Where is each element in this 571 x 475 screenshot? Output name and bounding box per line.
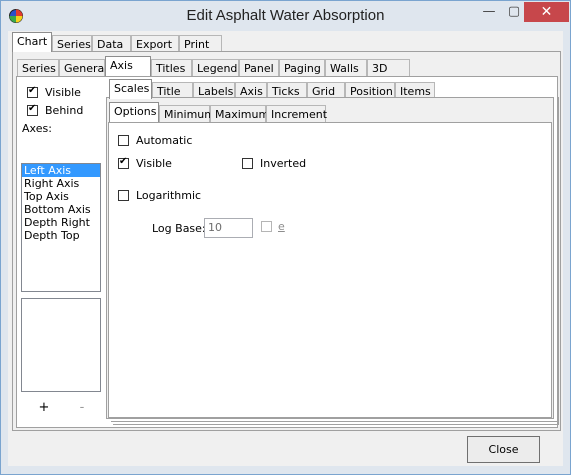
axes-label: Axes: <box>22 122 52 135</box>
title-bar: Edit Asphalt Water Absorption — ▢ ✕ <box>1 1 570 31</box>
e-checkbox[interactable] <box>261 221 272 232</box>
axis-behind-checkbox[interactable] <box>27 103 38 116</box>
tab-3d[interactable]: 3D <box>367 59 410 76</box>
axes-list-item[interactable]: Depth Top <box>22 229 100 242</box>
tab-print[interactable]: Print <box>179 35 222 52</box>
tab-legend[interactable]: Legend <box>192 59 239 76</box>
tab-minimum[interactable]: Minimum <box>159 105 215 122</box>
minimize-icon[interactable]: — <box>476 2 502 22</box>
axes-list-item[interactable]: Depth Right <box>22 216 100 229</box>
inverted-checkbox[interactable] <box>242 158 253 169</box>
remove-axis-button[interactable]: - <box>72 400 92 416</box>
tab-axis[interactable]: Axis <box>105 56 151 76</box>
axes-list-item[interactable]: Bottom Axis <box>22 203 100 216</box>
tab-scales[interactable]: Scales <box>109 79 152 99</box>
dialog-window: Edit Asphalt Water Absorption — ▢ ✕ Char… <box>0 0 571 475</box>
options-tab-page: Automatic Visible Inverted Logarithmic L… <box>108 122 552 418</box>
page-stack-edge <box>113 424 559 425</box>
tab-panel[interactable]: Panel <box>239 59 279 76</box>
axes-list-item[interactable]: Top Axis <box>22 190 100 203</box>
logarithmic-checkbox[interactable] <box>118 190 129 201</box>
inverted-label: Inverted <box>260 157 307 170</box>
chart-tab-page: Series General Axis Titles Legend Panel … <box>12 51 561 431</box>
close-icon[interactable]: ✕ <box>524 2 569 22</box>
tab-options[interactable]: Options <box>109 102 159 122</box>
tab-walls[interactable]: Walls <box>325 59 367 76</box>
axes-list-item[interactable]: Left Axis <box>22 164 100 177</box>
tab-general[interactable]: General <box>59 59 107 76</box>
page-stack-edge <box>111 421 559 422</box>
tab-chart[interactable]: Chart <box>12 32 52 52</box>
tab-chart-series[interactable]: Series <box>17 59 59 76</box>
scale-visible-label: Visible <box>136 157 172 170</box>
tab-export[interactable]: Export <box>131 35 179 52</box>
tab-paging[interactable]: Paging <box>279 59 325 76</box>
axes-list-item[interactable]: Right Axis <box>22 177 100 190</box>
tab-titles[interactable]: Titles <box>151 59 192 76</box>
custom-axes-list[interactable] <box>21 298 101 392</box>
automatic-label: Automatic <box>136 134 193 147</box>
axes-list[interactable]: Left Axis Right Axis Top Axis Bottom Axi… <box>21 163 101 292</box>
axis-behind-label: Behind <box>45 104 84 117</box>
axis-visible-checkbox[interactable] <box>27 85 38 98</box>
automatic-checkbox[interactable] <box>118 135 129 146</box>
log-base-label: Log Base: <box>152 222 206 235</box>
dialog-client: Chart Series Data Export Print Series Ge… <box>8 31 563 466</box>
close-button[interactable]: Close <box>467 436 540 463</box>
axis-tab-page: Visible Behind Axes: Left Axis Right Axi… <box>16 76 559 428</box>
add-axis-button[interactable]: + <box>34 400 54 416</box>
axis-visible-label: Visible <box>45 86 81 99</box>
e-label: e <box>278 220 285 233</box>
tab-series[interactable]: Series <box>52 35 92 52</box>
scale-visible-checkbox[interactable] <box>118 156 129 169</box>
logarithmic-label: Logarithmic <box>136 189 202 202</box>
log-base-input[interactable]: 10 <box>204 218 253 238</box>
tab-data[interactable]: Data <box>92 35 131 52</box>
scales-tab-page: Options Minimum Maximum Increment Automa… <box>106 97 554 419</box>
page-stack-edge <box>558 97 559 425</box>
tab-maximum[interactable]: Maximum <box>210 105 269 122</box>
tab-increment[interactable]: Increment <box>266 105 327 122</box>
